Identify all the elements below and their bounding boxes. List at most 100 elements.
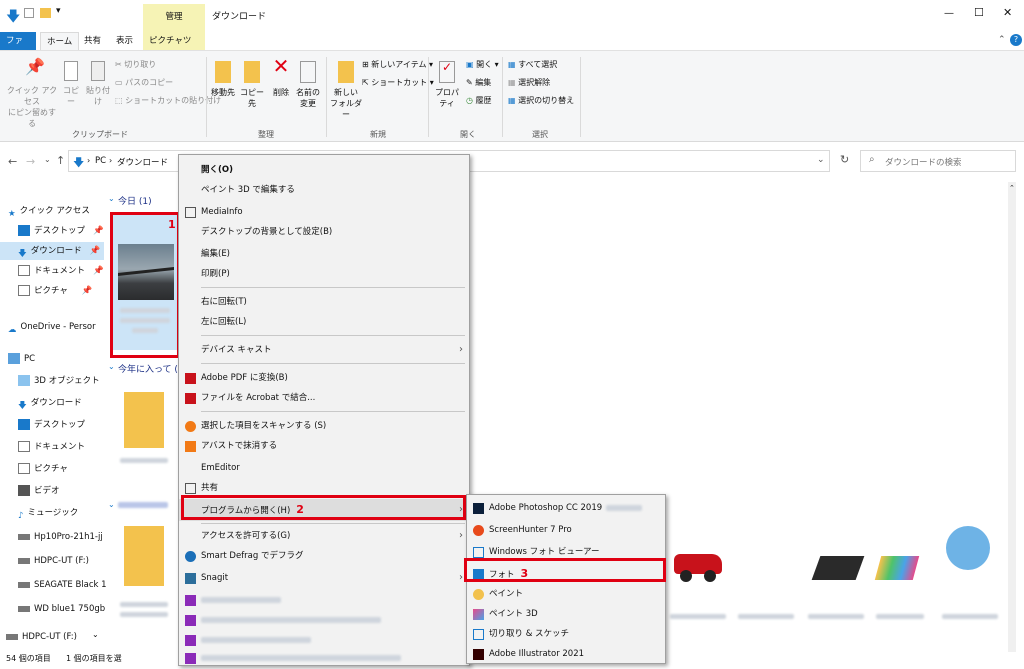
new-folder-button[interactable]: 新しい フォルダー: [330, 61, 362, 120]
nav-pictures-pc[interactable]: ピクチャ: [18, 460, 68, 478]
nav-drive-wd[interactable]: WD blue1 750gb: [18, 600, 105, 618]
menu-item-rotate-right[interactable]: 右に回転(T): [179, 291, 469, 313]
menu-item-mediainfo[interactable]: MediaInfo: [179, 201, 469, 223]
menu-item-pdf-convert[interactable]: Adobe PDF に変換(B): [179, 367, 469, 389]
nav-downloads[interactable]: 🡇 ダウンロード 📌: [0, 242, 104, 260]
context-tab-manage[interactable]: 管理: [143, 4, 205, 32]
menu-item-scan[interactable]: 選択した項目をスキャンする (S): [179, 415, 469, 437]
group-header-today[interactable]: 今日 (1): [118, 194, 152, 207]
nav-3d-objects[interactable]: 3D オブジェクト: [18, 372, 100, 390]
colorful-stack-thumbnail[interactable]: [874, 542, 922, 586]
submenu-item-screenhunter[interactable]: ScreenHunter 7 Pro: [467, 519, 665, 541]
refresh-icon[interactable]: ↻: [840, 153, 849, 166]
menu-item-acrobat-combine[interactable]: ファイルを Acrobat で結合...: [179, 387, 469, 409]
select-none-button[interactable]: ▦ 選択解除: [508, 77, 550, 88]
group-header-this-year[interactable]: 今年に入って (今: [118, 362, 187, 375]
tab-home[interactable]: ホーム: [40, 32, 80, 50]
nav-pc[interactable]: PC: [8, 350, 35, 368]
folder-thumbnail[interactable]: [124, 392, 164, 448]
menu-item-blurred[interactable]: [179, 609, 469, 631]
forward-arrow-icon[interactable]: →: [26, 155, 35, 168]
nav-scroll-down-icon[interactable]: ⌄: [92, 630, 99, 639]
copy-to-button[interactable]: コピー先: [238, 61, 266, 109]
nav-desktop-pc[interactable]: デスクトップ: [18, 416, 85, 434]
pin-quick-access-button[interactable]: 📌 クイック アクセス にピン留めする: [6, 59, 58, 129]
tab-view[interactable]: 表示: [110, 32, 139, 50]
history-button[interactable]: ◷ 履歴: [466, 95, 492, 106]
group-collapse-icon[interactable]: ⌄: [108, 194, 115, 203]
tab-share[interactable]: 共有: [78, 32, 107, 50]
new-item-button[interactable]: ⊞ 新しいアイテム ▾: [362, 59, 433, 70]
maximize-button[interactable]: ☐: [974, 6, 984, 19]
submenu-item-snip-sketch[interactable]: 切り取り & スケッチ: [467, 623, 665, 645]
recent-dropdown-icon[interactable]: ⌄: [44, 155, 51, 164]
red-car-thumbnail[interactable]: [670, 542, 726, 586]
group-collapse-icon[interactable]: ⌄: [108, 362, 115, 371]
delete-button[interactable]: ✕ 削除: [270, 56, 292, 98]
folder-icon[interactable]: [40, 8, 51, 18]
tab-picture-tools[interactable]: ピクチャツール: [143, 32, 205, 64]
nav-music[interactable]: ♪ ミュージック: [18, 504, 78, 522]
cut-button[interactable]: ✂ 切り取り: [115, 59, 156, 70]
close-button[interactable]: ✕: [1003, 6, 1012, 19]
breadcrumb-downloads[interactable]: ダウンロード: [117, 156, 168, 168]
edit-button[interactable]: ✎ 編集: [466, 77, 491, 88]
menu-item-blurred[interactable]: [179, 589, 469, 611]
nav-drive-seagate[interactable]: SEAGATE Black 1: [18, 576, 107, 594]
nav-drive-hp10[interactable]: Hp10Pro-21h1-jj: [18, 528, 103, 546]
menu-item-defrag[interactable]: Smart Defrag でデフラグ: [179, 545, 469, 567]
vertical-scrollbar[interactable]: [1008, 182, 1016, 652]
menu-item-paint3d-edit[interactable]: ペイント 3D で編集する: [179, 179, 469, 201]
tab-file[interactable]: ファイル: [0, 32, 36, 64]
nav-pictures[interactable]: ピクチャ 📌: [18, 282, 93, 300]
nav-drive-hdpc-2[interactable]: HDPC-UT (F:): [6, 628, 77, 646]
menu-item-avast-wipe[interactable]: アバストで抹消する: [179, 435, 469, 457]
submenu-item-photoshop[interactable]: Adobe Photoshop CC 2019: [467, 497, 665, 519]
copy-path-button[interactable]: ▭ パスのコピー: [115, 77, 173, 88]
open-button[interactable]: ▣ 開く ▾: [466, 59, 499, 70]
menu-item-edit[interactable]: 編集(E): [179, 243, 469, 265]
folder-thumbnail[interactable]: [124, 526, 164, 586]
menu-item-set-wallpaper[interactable]: デスクトップの背景として設定(B): [179, 221, 469, 243]
select-all-button[interactable]: ▦ すべて選択: [508, 59, 557, 70]
globe-usb-thumbnail[interactable]: [942, 526, 994, 582]
checkbox-icon[interactable]: [24, 8, 34, 18]
nav-onedrive[interactable]: ☁ OneDrive - Persor: [8, 318, 96, 336]
search-field[interactable]: ⌕ ダウンロードの検索: [860, 150, 1016, 172]
paste-button[interactable]: 貼り付け: [84, 61, 112, 107]
move-to-button[interactable]: 移動先: [210, 61, 236, 98]
submenu-item-paint[interactable]: ペイント: [467, 583, 665, 605]
up-arrow-icon[interactable]: ↑: [56, 154, 65, 167]
quick-toolbar-dropdown-icon[interactable]: ▾: [56, 6, 61, 16]
shortcut-button[interactable]: ⇱ ショートカット ▾: [362, 77, 434, 88]
nav-documents-pc[interactable]: ドキュメント: [18, 438, 85, 456]
menu-item-print[interactable]: 印刷(P): [179, 263, 469, 285]
ribbon-collapse-icon[interactable]: ⌃: [998, 35, 1006, 45]
rename-button[interactable]: 名前の 変更: [294, 61, 322, 109]
nav-drive-hdpc[interactable]: HDPC-UT (F:): [18, 552, 89, 570]
menu-item-snagit[interactable]: Snagit ›: [179, 567, 469, 589]
properties-button[interactable]: ✓ プロパティ: [432, 61, 462, 109]
group-collapse-icon[interactable]: ⌄: [108, 500, 115, 509]
nav-downloads-pc[interactable]: 🡇 ダウンロード: [18, 394, 82, 412]
menu-item-rotate-left[interactable]: 左に回転(L): [179, 311, 469, 333]
breadcrumb-pc[interactable]: PC: [95, 156, 106, 166]
back-arrow-icon[interactable]: ←: [8, 155, 17, 168]
menu-item-blurred[interactable]: [179, 647, 469, 669]
printer-thumbnail[interactable]: [811, 542, 865, 586]
submenu-item-illustrator[interactable]: Adobe Illustrator 2021: [467, 643, 665, 665]
menu-item-emeditor[interactable]: EmEditor: [179, 457, 469, 479]
copy-button[interactable]: コピー: [60, 61, 82, 107]
help-icon[interactable]: ?: [1010, 34, 1022, 46]
nav-desktop[interactable]: デスクトップ 📌: [18, 222, 104, 240]
nav-quick-access[interactable]: ★ クイック アクセス: [8, 202, 90, 220]
menu-item-cast[interactable]: デバイス キャスト ›: [179, 339, 469, 361]
menu-item-give-access[interactable]: アクセスを許可する(G) ›: [179, 525, 469, 547]
scroll-up-icon[interactable]: ⌃: [1009, 184, 1015, 192]
nav-videos[interactable]: ビデオ: [18, 482, 60, 500]
nav-documents[interactable]: ドキュメント 📌: [18, 262, 104, 280]
invert-selection-button[interactable]: ▦ 選択の切り替え: [508, 95, 574, 106]
address-dropdown-icon[interactable]: ⌄: [817, 155, 825, 165]
menu-item-open[interactable]: 開く(O): [179, 159, 469, 181]
submenu-item-paint3d[interactable]: ペイント 3D: [467, 603, 665, 625]
